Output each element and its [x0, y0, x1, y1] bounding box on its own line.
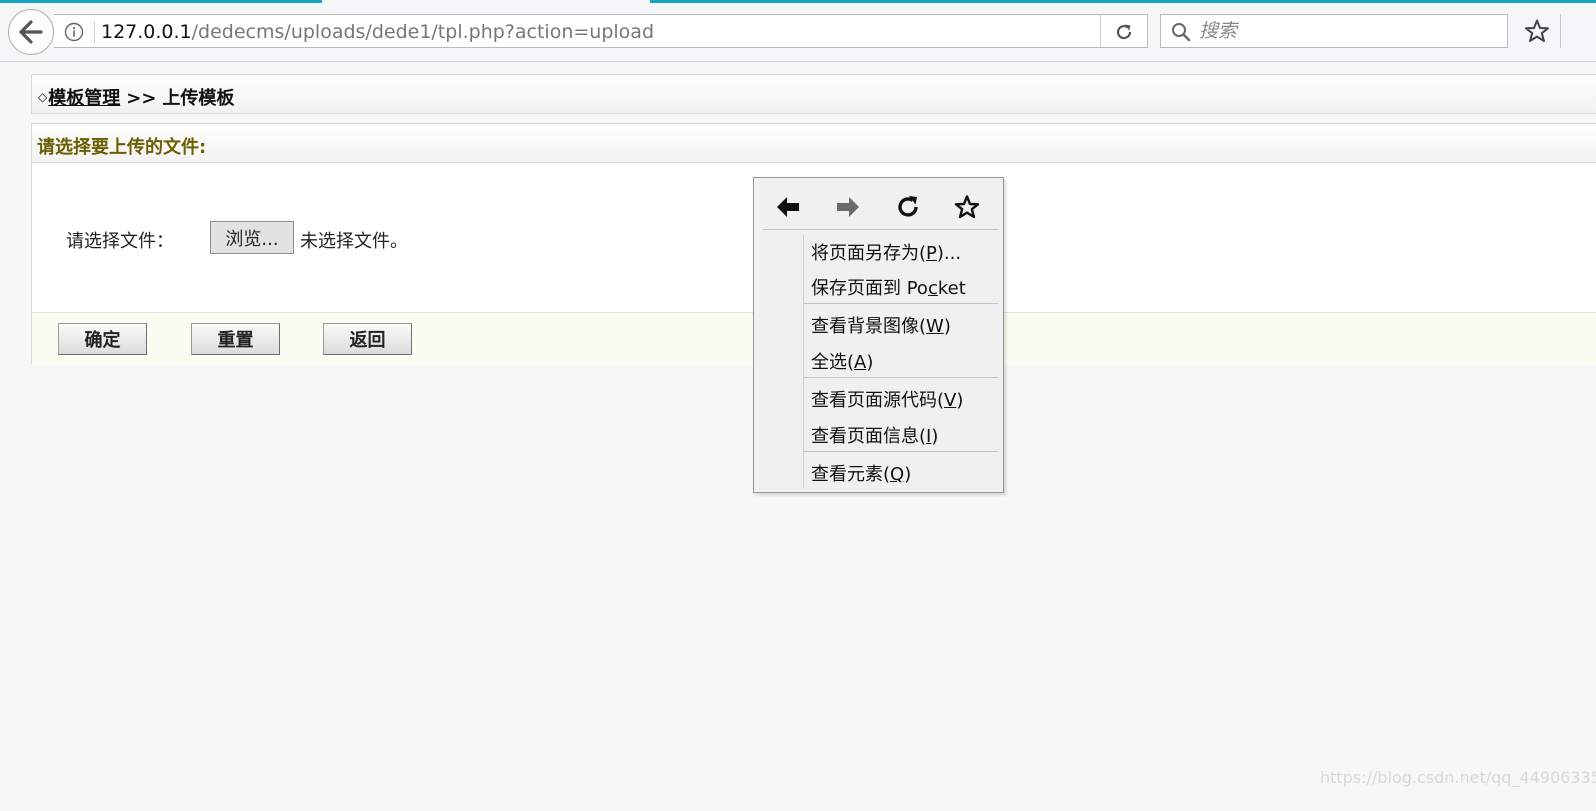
arrow-left-icon — [19, 20, 43, 44]
ctx-item-text: 查看背景图像( — [811, 316, 927, 337]
toolbar-divider — [1560, 14, 1561, 48]
ctx-item-text: 将页面另存为( — [811, 243, 927, 264]
ctx-separator — [804, 451, 998, 452]
ctx-reload-button[interactable] — [893, 192, 923, 222]
reload-divider — [1100, 15, 1101, 47]
breadcrumb-marker: ◇ — [38, 90, 48, 104]
breadcrumb-separator: >> — [126, 88, 157, 109]
ctx-item-accel: c — [927, 278, 938, 299]
context-menu-nav — [754, 178, 1003, 230]
ctx-item-select-all[interactable]: 全选(A) — [811, 348, 873, 374]
info-icon[interactable] — [64, 22, 84, 46]
ctx-item-text: 查看页面源代码( — [811, 390, 945, 411]
breadcrumb: ◇模板管理 >> 上传模板 — [38, 84, 234, 110]
ctx-item-tail: ) — [866, 352, 874, 373]
ctx-item-accel: V — [944, 390, 957, 411]
watermark-text: https://blog.csdn.net/qq_44906335 — [1320, 768, 1596, 787]
search-icon — [1171, 22, 1191, 46]
ctx-item-tail: ) — [931, 426, 939, 447]
breadcrumb-panel: ◇模板管理 >> 上传模板 — [31, 74, 1596, 114]
reload-icon — [898, 196, 918, 217]
ctx-nav-divider — [763, 229, 998, 230]
ctx-item-accel: Q — [890, 464, 905, 485]
ctx-separator — [804, 303, 998, 304]
url-divider — [94, 21, 95, 43]
ctx-item-save-to-pocket[interactable]: 保存页面到 Pocket — [811, 274, 966, 300]
bookmark-star-icon — [954, 195, 980, 219]
browser-toolbar: 127.0.0.1/dedecms/uploads/dede1/tpl.php?… — [0, 0, 1596, 62]
ctx-item-accel: W — [926, 316, 944, 337]
ctx-back-button[interactable] — [773, 192, 803, 222]
ctx-item-text: 保存页面到 Po — [811, 278, 928, 299]
ctx-item-accel: P — [926, 243, 937, 264]
address-bar[interactable]: 127.0.0.1/dedecms/uploads/dede1/tpl.php?… — [54, 14, 1148, 48]
arrow-left-icon — [777, 197, 799, 217]
ctx-item-save-page-as[interactable]: 将页面另存为(P)... — [811, 239, 961, 265]
browse-file-button[interactable]: 浏览... — [210, 221, 294, 254]
breadcrumb-current: 上传模板 — [162, 88, 235, 109]
breadcrumb-link-template-manage[interactable]: 模板管理 — [48, 88, 120, 109]
reload-icon[interactable] — [1114, 22, 1134, 46]
ctx-item-accel: A — [854, 352, 867, 373]
ctx-item-tail: ) — [956, 390, 964, 411]
form-header-title: 请选择要上传的文件: — [37, 137, 207, 158]
ctx-item-text: 查看元素( — [811, 464, 891, 485]
ctx-item-tail: ) — [943, 316, 951, 337]
url-text[interactable]: 127.0.0.1/dedecms/uploads/dede1/tpl.php?… — [101, 21, 654, 43]
form-header: 请选择要上传的文件: — [32, 124, 1596, 163]
file-status-text: 未选择文件。 — [300, 231, 408, 252]
search-input[interactable] — [1197, 17, 1497, 45]
ctx-item-view-page-source[interactable]: 查看页面源代码(V) — [811, 386, 963, 412]
ctx-item-text: 全选( — [811, 352, 855, 373]
context-menu: 将页面另存为(P)... 保存页面到 Pocket 查看背景图像(W) 全选(A… — [753, 177, 1004, 493]
arrow-right-icon — [837, 197, 859, 217]
browser-back-button[interactable] — [8, 9, 54, 55]
ctx-item-text: 查看页面信息( — [811, 426, 927, 447]
ctx-separator — [804, 377, 998, 378]
ctx-item-view-page-info[interactable]: 查看页面信息(I) — [811, 422, 938, 448]
url-path: /dedecms/uploads/dede1/tpl.php?action=up… — [191, 21, 655, 43]
ctx-item-tail: ) — [904, 464, 912, 485]
tab-indicator-right — [650, 0, 1596, 3]
back-button[interactable]: 返回 — [323, 323, 412, 355]
ctx-item-view-background-image[interactable]: 查看背景图像(W) — [811, 312, 951, 338]
ctx-item-inspect-element[interactable]: 查看元素(Q) — [811, 460, 911, 486]
search-bar[interactable] — [1160, 14, 1508, 48]
bookmark-star-icon[interactable] — [1524, 18, 1550, 48]
ctx-item-tail: )... — [936, 243, 962, 264]
ctx-item-tail: ket — [937, 278, 966, 299]
ctx-forward-button[interactable] — [833, 192, 863, 222]
tab-indicator-left — [0, 0, 322, 3]
reset-button[interactable]: 重置 — [191, 323, 280, 355]
ctx-bookmark-button[interactable] — [952, 192, 982, 222]
file-select-label: 请选择文件： — [66, 231, 174, 252]
url-host: 127.0.0.1 — [101, 21, 192, 43]
confirm-button[interactable]: 确定 — [58, 323, 147, 355]
